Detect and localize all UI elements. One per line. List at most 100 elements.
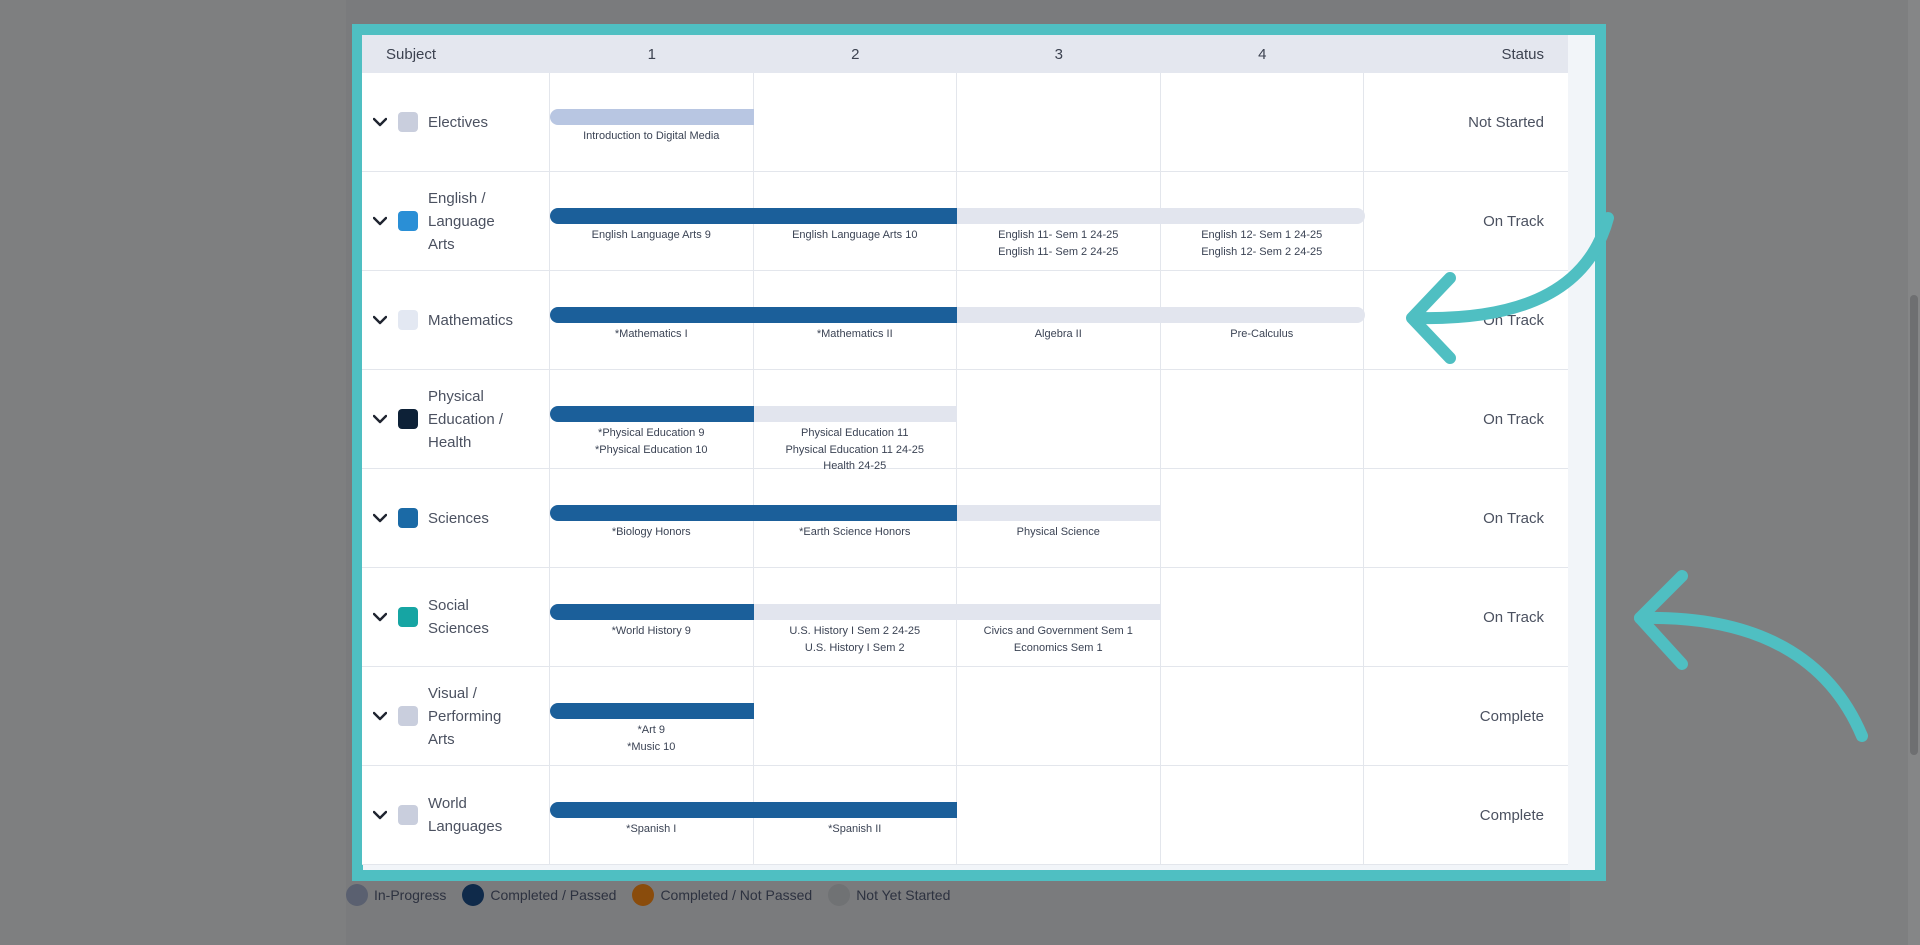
course-item: *Earth Science Honors [799,526,911,538]
progress-bar [550,208,754,224]
subject-cell: World Languages [362,766,550,864]
status-text: On Track [1483,410,1544,428]
subject-color-swatch [398,706,418,726]
course-item: English Language Arts 9 [591,229,711,241]
year-4-cell [1161,766,1364,864]
chevron-down-icon[interactable] [372,411,388,427]
course-list: Introduction to Digital Media [550,128,753,145]
progress-bar [1160,208,1365,224]
subject-color-swatch [398,409,418,429]
year-2-cell [754,667,957,765]
subject-color-swatch [398,805,418,825]
subject-name: Mathematics [428,311,514,329]
progress-bar [957,604,1161,620]
course-list: *Art 9 *Music 10 [550,722,753,755]
course-item: English Language Arts 10 [792,229,918,241]
subject-row: Social Sciences *World History 9 U.S. Hist… [362,568,1568,667]
year-3-cell: Physical Science [957,469,1161,567]
subject-name: Social Sciences [428,597,489,637]
graduation-progress-grid: Subject 1 2 3 4 Status Electives Introduc… [362,35,1568,865]
year-4-cell [1161,469,1364,567]
progress-bar [753,604,957,620]
status-text: Complete [1479,707,1544,725]
course-item: Civics and Government Sem 1 [983,625,1133,637]
legend-item: Completed / Not Passed [632,884,812,906]
status-text: On Track [1483,509,1544,527]
legend-item: Not Yet Started [828,884,950,906]
legend-dot [632,884,655,906]
subject-cell: Sciences [362,469,550,567]
subject-row: English / Language Arts English Language … [362,172,1568,271]
progress-bar [550,802,754,818]
year-2-cell: *Earth Science Honors [753,469,957,567]
chevron-down-icon[interactable] [372,807,388,823]
year-3-cell: English 11- Sem 1 24-25 English 11- Sem 2… [957,172,1161,270]
course-list: English Language Arts 10 [754,227,957,244]
course-list: *Spanish II [754,821,957,838]
course-item: *Mathematics I [614,328,688,340]
chevron-down-icon[interactable] [372,114,388,130]
progress-bar [550,406,754,422]
legend-dot [346,884,368,906]
course-list: English 11- Sem 1 24-25 English 11- Sem 2… [957,227,1160,260]
course-list: *Spanish I [550,821,753,838]
year-1-cell: *Art 9 *Music 10 [550,667,754,765]
status-text: On Track [1483,608,1544,626]
course-list: Physical Education 11 Physical Education … [754,425,957,475]
progress-bar [753,802,957,818]
scrollbar-thumb[interactable] [1910,295,1918,755]
course-list: U.S. History I Sem 2 24-25 U.S. History I… [754,623,957,656]
course-item: Physical Education 11 24-25 [785,443,925,456]
progress-bar [753,406,957,422]
year-3-cell: Civics and Government Sem 1 Economics Sem… [957,568,1161,666]
subject-name: Sciences [428,509,489,527]
year-3-cell [957,667,1161,765]
progress-bar [550,109,754,125]
grid-header: Subject 1 2 3 4 Status [362,35,1568,73]
legend-label: Not Yet Started [856,887,951,903]
year-3-cell [957,73,1161,171]
year-3-cell [957,766,1161,864]
subject-color-swatch [398,112,418,132]
subject-row: World Languages *Spanish I *Spanish II Comp… [362,766,1568,865]
scrollbar[interactable] [1908,0,1920,945]
course-item: *Spanish I [626,823,677,835]
legend-dot [828,884,851,906]
subject-name: Physical Education / Health [428,387,504,451]
course-item: *Physical Education 9 [598,427,705,439]
chevron-down-icon[interactable] [372,609,388,625]
annotation-arrow-upper [1406,212,1614,364]
chevron-down-icon[interactable] [372,312,388,328]
chevron-down-icon[interactable] [372,708,388,724]
course-list: Physical Science [957,524,1160,541]
course-item: Physical Science [1016,526,1100,538]
progress-bar [753,505,957,521]
course-item: *Music 10 [627,740,676,753]
header-year-1: 1 [647,45,656,63]
chevron-down-icon[interactable] [372,213,388,229]
year-2-cell [754,73,957,171]
subject-row: Visual / Performing Arts *Art 9 *Music 10 C… [362,667,1568,766]
progress-bar [550,505,754,521]
year-2-cell: English Language Arts 10 [753,172,957,270]
year-2-cell: *Spanish II [753,766,957,864]
subject-row: Mathematics *Mathematics I *Mathematics II… [362,271,1568,370]
subject-row: Physical Education / Health *Physical Edu… [362,370,1568,472]
course-list: English 12- Sem 1 24-25 English 12- Sem 2… [1161,227,1364,260]
year-2-cell: Physical Education 11 Physical Education … [753,370,957,472]
year-4-cell [1161,370,1364,468]
course-list: Algebra II [957,326,1160,343]
subject-color-swatch [398,508,418,528]
progress-bar [957,307,1161,323]
header-status: Status [1501,45,1544,63]
year-1-cell: Introduction to Digital Media [550,73,754,171]
course-list: *Earth Science Honors [754,524,957,541]
chevron-down-icon[interactable] [372,510,388,526]
year-2-cell: *Mathematics II [753,271,957,369]
year-3-cell: Algebra II [957,271,1161,369]
course-item: Physical Education 11 [801,427,909,439]
course-item: *Mathematics II [816,328,893,340]
header-year-3: 3 [1054,45,1063,63]
subject-name: World Languages [428,795,503,835]
progress-bar [550,307,754,323]
